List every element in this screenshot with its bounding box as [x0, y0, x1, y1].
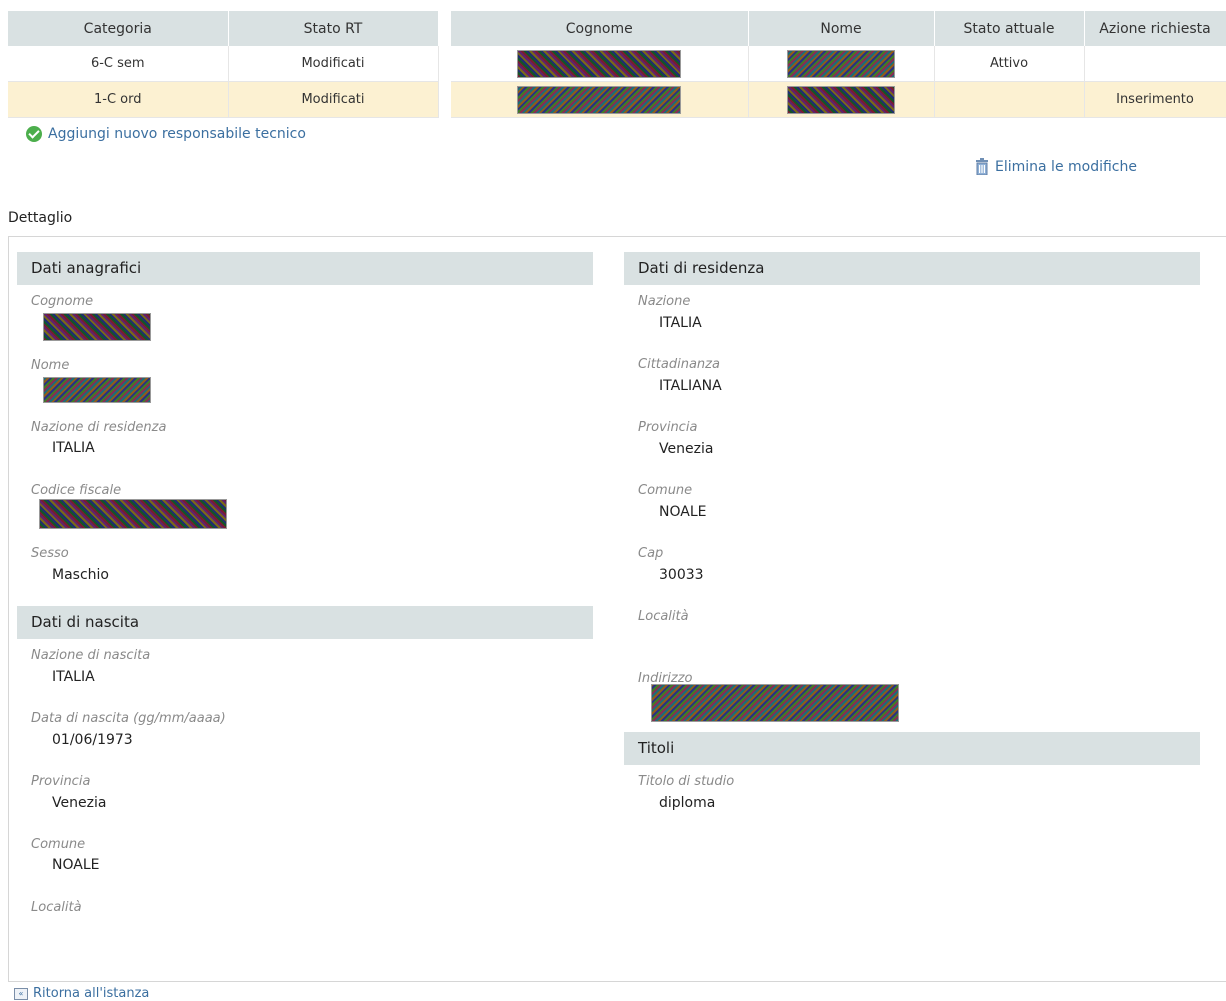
cell-categoria: 6-C sem: [8, 46, 229, 82]
add-responsabile-label: Aggiungi nuovo responsabile tecnico: [48, 126, 306, 142]
label-cognome: Cognome: [31, 294, 94, 309]
rt-category-table: Categoria Stato RT 6-C sem Modificati 1-…: [8, 11, 439, 118]
table-row[interactable]: 6-C sem Modificati: [8, 46, 439, 82]
cell-nome: [748, 46, 935, 82]
label-codice-fiscale: Codice fiscale: [31, 483, 122, 498]
detail-panel: Dati anagrafici Cognome Nome Nazione di …: [8, 236, 1226, 982]
delete-changes-label: Elimina le modifiche: [995, 158, 1137, 175]
responsabili-table: Cognome Nome Stato attuale Azione richie…: [451, 11, 1226, 118]
column-header-azione-richiesta[interactable]: Azione richiesta: [1084, 11, 1226, 46]
cell-azione-richiesta: [1084, 46, 1226, 82]
back-arrow-icon: «: [14, 987, 28, 1000]
check-circle-icon: [26, 126, 42, 142]
column-header-stato-rt[interactable]: Stato RT: [228, 11, 439, 46]
label-comune: Comune: [638, 483, 693, 498]
table-row[interactable]: Attivo: [451, 46, 1226, 82]
value-provincia-nascita: Venezia: [52, 795, 107, 811]
section-header-anagrafici: Dati anagrafici: [17, 252, 593, 285]
redacted-block: [651, 684, 899, 722]
table-row[interactable]: 1-C ord Modificati: [8, 81, 439, 118]
add-responsabile-link[interactable]: Aggiungi nuovo responsabile tecnico: [26, 126, 306, 142]
label-nazione: Nazione: [638, 294, 691, 309]
column-header-categoria[interactable]: Categoria: [8, 11, 229, 46]
value-comune: NOALE: [659, 504, 707, 520]
label-nome: Nome: [31, 358, 70, 373]
trash-icon: [975, 158, 989, 176]
section-header-nascita: Dati di nascita: [17, 606, 593, 639]
redacted-block: [39, 499, 227, 529]
label-cittadinanza: Cittadinanza: [638, 357, 720, 372]
label-sesso: Sesso: [31, 546, 69, 561]
cell-cognome: [451, 46, 749, 82]
label-comune-nascita: Comune: [31, 837, 86, 852]
column-header-stato-attuale[interactable]: Stato attuale: [934, 11, 1085, 46]
cell-stato-attuale: [934, 81, 1085, 118]
cell-stato-rt: Modificati: [228, 81, 439, 118]
detail-title: Dettaglio: [8, 210, 73, 226]
redacted-block: [517, 85, 682, 114]
redacted-block: [787, 85, 895, 114]
redacted-block: [517, 49, 682, 78]
label-nazione-nascita: Nazione di nascita: [31, 648, 151, 663]
label-localita: Località: [638, 609, 689, 624]
cell-azione-richiesta: Inserimento: [1084, 81, 1226, 118]
label-provincia: Provincia: [638, 420, 698, 435]
value-sesso: Maschio: [52, 567, 109, 583]
redacted-block: [43, 313, 151, 341]
column-header-nome[interactable]: Nome: [748, 11, 935, 46]
value-cap: 30033: [659, 567, 704, 583]
label-titolo-studio: Titolo di studio: [638, 774, 735, 789]
value-comune-nascita: NOALE: [52, 857, 100, 873]
label-data-nascita: Data di nascita (gg/mm/aaaa): [31, 711, 226, 726]
redacted-block: [43, 377, 151, 403]
section-header-residenza: Dati di residenza: [624, 252, 1200, 285]
delete-changes-link[interactable]: Elimina le modifiche: [975, 158, 1137, 176]
redacted-block: [787, 49, 895, 78]
cell-categoria: 1-C ord: [8, 81, 229, 118]
value-nazione: ITALIA: [659, 315, 702, 331]
value-data-nascita: 01/06/1973: [52, 732, 133, 748]
label-provincia-nascita: Provincia: [31, 774, 91, 789]
cell-stato-rt: Modificati: [228, 46, 439, 82]
value-cittadinanza: ITALIANA: [659, 378, 722, 394]
cell-cognome: [451, 81, 749, 118]
label-localita-nascita: Località: [31, 900, 82, 915]
column-header-cognome[interactable]: Cognome: [451, 11, 749, 46]
section-header-titoli: Titoli: [624, 732, 1200, 765]
value-nazione-nascita: ITALIA: [52, 669, 95, 685]
value-titolo-studio: diploma: [659, 795, 716, 811]
return-to-istanza-link[interactable]: « Ritorna all'istanza: [14, 986, 149, 1001]
return-to-istanza-label: Ritorna all'istanza: [33, 986, 150, 1001]
table-row[interactable]: Inserimento: [451, 81, 1226, 118]
cell-nome: [748, 81, 935, 118]
value-nazione-residenza: ITALIA: [52, 440, 95, 456]
label-nazione-residenza: Nazione di residenza: [31, 420, 167, 435]
label-cap: Cap: [638, 546, 664, 561]
value-provincia: Venezia: [659, 441, 714, 457]
cell-stato-attuale: Attivo: [934, 46, 1085, 82]
